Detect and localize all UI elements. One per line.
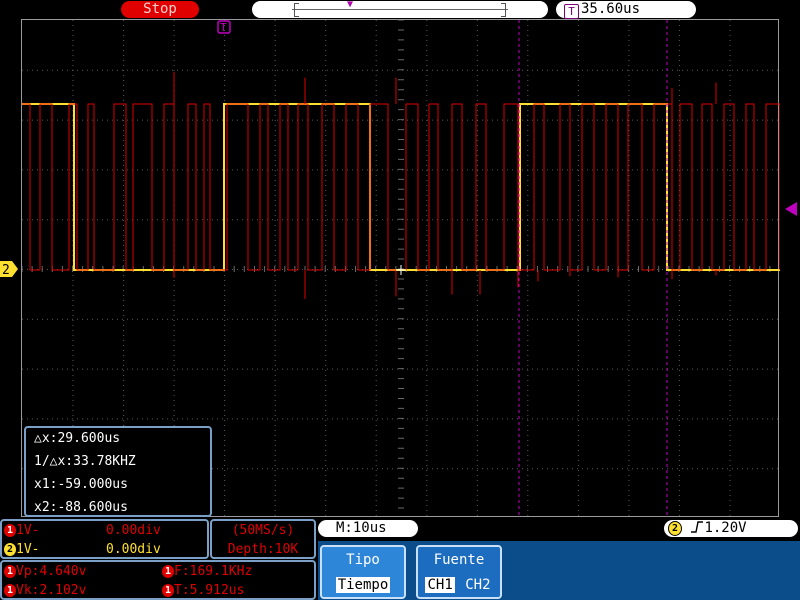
rising-edge-icon (690, 520, 704, 534)
trigger-channel-badge-icon: 2 (668, 521, 682, 536)
measure-vp: 1 Vp:4.640v (4, 564, 86, 579)
cursor-measurement-panel: △x:29.600us 1/△x:33.78KHZ x1:-59.000us x… (24, 426, 212, 517)
measure-ch-badge-icon: 1 (4, 565, 16, 578)
ch2-trace (22, 104, 780, 270)
cursor-delta-x: △x:29.600us (34, 431, 120, 446)
vk-value: Vk:2.102v (16, 583, 86, 598)
measure-ch-badge-icon: 1 (162, 584, 174, 597)
ch1-badge-icon: 1 (4, 524, 16, 537)
ch2-ground-marker[interactable]: 2 (0, 261, 18, 278)
timeline-window-left-bracket (294, 3, 299, 17)
trigger-position-icon: T (564, 4, 579, 19)
fuente-option-ch1[interactable]: CH1 (425, 577, 454, 593)
timeline-line (292, 9, 508, 10)
ch2-scale: 1V- (16, 542, 39, 557)
channel-settings-box[interactable]: 1 1V- 0.00div 2 1V- 0.00div (0, 519, 209, 559)
trigger-position-readout[interactable]: T 35.60us (556, 1, 696, 18)
vp-value: Vp:4.640v (16, 564, 86, 579)
measurements-box[interactable]: 1 Vp:4.640v 1 Vk:2.102v 1 F:169.1KHz 1 T:5.9… (0, 560, 316, 600)
ch1-offset: 0.00div (106, 523, 161, 538)
fuente-menu-button[interactable]: Fuente CH1 CH2 (416, 545, 502, 599)
run-stop-button[interactable]: Stop (121, 1, 199, 18)
trigger-level-marker-icon[interactable] (781, 202, 797, 216)
acquisition-box[interactable]: (50MS/s) Depth:10K (210, 519, 316, 559)
tipo-title: Tipo (322, 552, 404, 568)
memory-depth: Depth:10K (212, 542, 314, 557)
crosshair-icon (396, 265, 406, 275)
memory-timeline-bar: ▼ (252, 1, 548, 18)
measure-ch-badge-icon: 1 (4, 584, 16, 597)
ch2-offset: 0.00div (106, 542, 161, 557)
timeline-trigger-marker-icon: ▼ (347, 0, 353, 10)
fuente-option-ch2[interactable]: CH2 (463, 577, 492, 593)
measure-vk: 1 Vk:2.102v (4, 583, 86, 598)
tipo-selected-option[interactable]: Tiempo (336, 577, 391, 593)
status-area: 1 1V- 0.00div 2 1V- 0.00div (50MS/s) Depth… (0, 517, 800, 600)
ch1-settings-row: 1 1V- (4, 523, 39, 538)
cursor-inverse-delta-x: 1/△x:33.78KHZ (34, 454, 136, 469)
trigger-readout[interactable]: 2 1.20V (664, 520, 798, 537)
fuente-title: Fuente (418, 552, 500, 568)
ch2-badge-icon: 2 (4, 543, 16, 556)
cursor-x1: x1:-59.000us (34, 477, 128, 492)
trigger-level-value: 1.20V (704, 520, 746, 536)
timeline-window-right-bracket (501, 3, 506, 17)
cursor-x2: x2:-88.600us (34, 500, 128, 515)
trigger-top-marker-label: T (220, 21, 227, 34)
trigger-position-value: 35.60us (581, 1, 640, 17)
measure-freq: 1 F:169.1KHz (162, 564, 252, 579)
freq-value: F:169.1KHz (174, 564, 252, 579)
ch2-settings-row: 2 1V- (4, 542, 39, 557)
ch1-scale: 1V- (16, 523, 39, 538)
ch2-marker-label: 2 (2, 263, 10, 278)
measure-ch-badge-icon: 1 (162, 565, 174, 578)
tipo-menu-button[interactable]: Tipo Tiempo (320, 545, 406, 599)
measure-period: 1 T:5.912us (162, 583, 244, 598)
soft-menu-bar: Tipo Tiempo Fuente CH1 CH2 (318, 541, 800, 600)
timebase-value: M:10us (336, 520, 387, 536)
sample-rate: (50MS/s) (212, 523, 314, 538)
timebase-readout[interactable]: M:10us (318, 520, 418, 537)
period-value: T:5.912us (174, 583, 244, 598)
ch1-spikes (174, 72, 716, 299)
